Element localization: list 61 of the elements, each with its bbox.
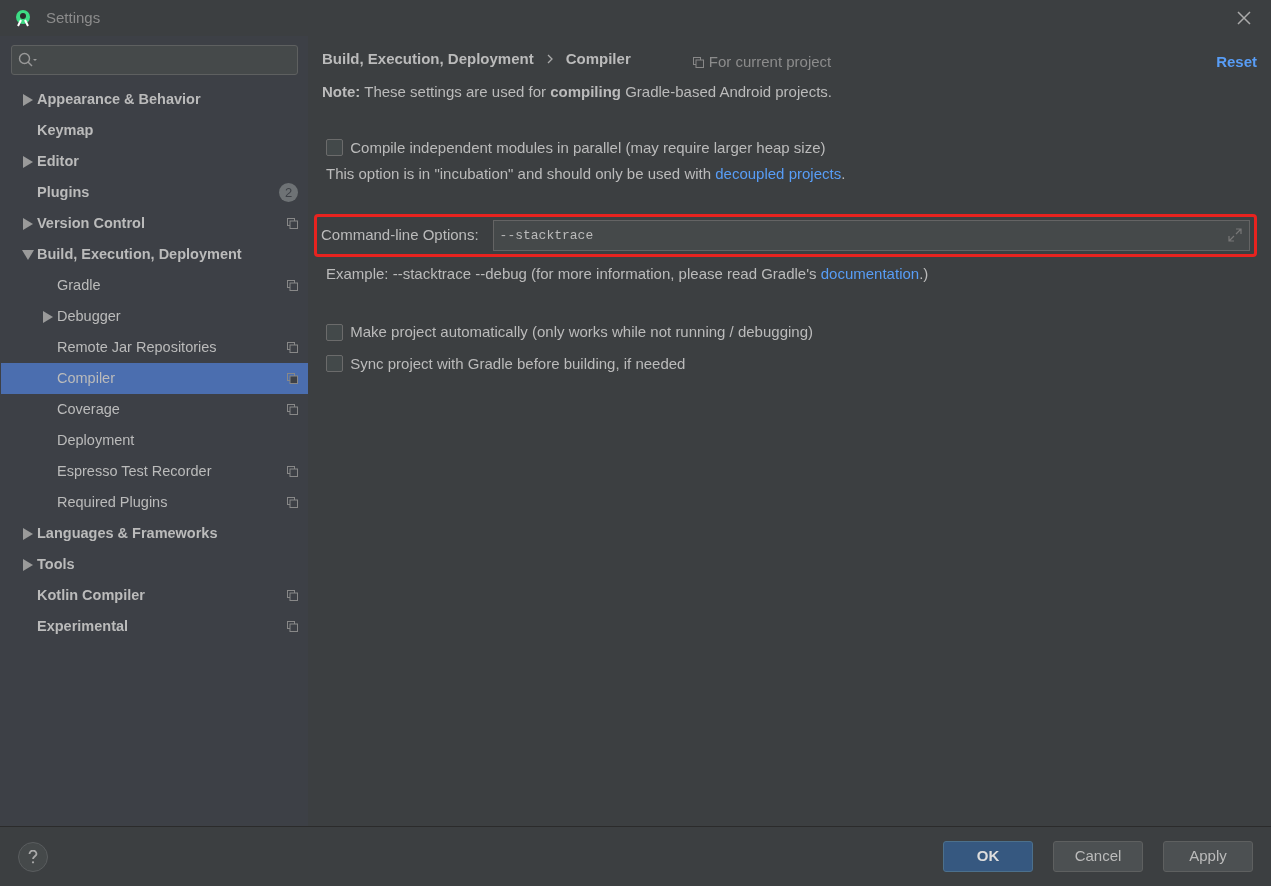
copy-icon (287, 466, 298, 477)
checkbox[interactable] (326, 355, 343, 373)
collapsed-arrow-icon (42, 310, 53, 323)
copy-icon (287, 342, 298, 353)
copy-icon (287, 497, 298, 508)
example-text: Example: --stacktrace --debug (for more information, please read Gradle's documentation.) (326, 263, 930, 284)
search-icon (18, 52, 38, 68)
scope-label: For current project (708, 51, 832, 72)
collapsed-arrow-icon (22, 558, 33, 571)
expand-icon[interactable] (1228, 227, 1242, 242)
copy-icon (287, 280, 298, 291)
command-line-field[interactable]: --stacktrace (492, 219, 1250, 251)
close-icon (1237, 11, 1251, 26)
help-icon (28, 849, 38, 864)
tree-item[interactable]: Gradle (1, 270, 308, 301)
app-logo-icon (14, 9, 32, 27)
tree-item[interactable]: Remote Jar Repositories (1, 332, 308, 363)
checkbox[interactable] (326, 323, 343, 341)
tree-item[interactable]: Kotlin Compiler (1, 580, 308, 611)
reset-link[interactable]: Reset (1216, 50, 1257, 74)
copy-icon (287, 404, 298, 415)
copy-icon (287, 621, 298, 632)
note-text: Note: These settings are used for compiling Gradle-based Android projects. (322, 82, 833, 102)
expanded-arrow-icon (21, 249, 34, 260)
collapsed-arrow-icon (22, 217, 33, 230)
tree-item[interactable]: Appearance & Behavior (1, 84, 308, 115)
copy-icon (287, 218, 298, 229)
help-button[interactable] (18, 841, 48, 872)
chevron-icon (546, 54, 553, 64)
collapsed-arrow-icon (22, 93, 33, 106)
tree-item[interactable]: Espresso Test Recorder (1, 456, 308, 487)
tree-item[interactable]: Version Control (1, 208, 308, 239)
tree-item[interactable]: Deployment (1, 425, 308, 456)
checkbox-label: Sync project with Gradle before building, if needed (350, 353, 686, 374)
field-label: Command-line Options: (321, 224, 479, 245)
link[interactable]: documentation (820, 264, 920, 282)
breadcrumb-item[interactable]: Compiler (565, 47, 631, 71)
collapsed-arrow-icon (22, 527, 33, 540)
ok-button[interactable]: OK (943, 841, 1033, 872)
dialog-button[interactable]: Cancel (1053, 841, 1143, 872)
copy-icon (287, 590, 298, 601)
dialog-button[interactable]: Apply (1163, 841, 1253, 872)
tree-item[interactable]: Keymap (1, 115, 308, 146)
search-field[interactable] (11, 45, 298, 75)
checkbox-label: Compile independent modules in parallel (may require larger heap size) (350, 137, 826, 158)
tree-item[interactable]: Editor (1, 146, 308, 177)
tree-item[interactable]: Debugger (1, 301, 308, 332)
checkbox[interactable] (326, 139, 343, 157)
tree-item[interactable]: Languages & Frameworks (1, 518, 308, 549)
tree-item[interactable]: Required Plugins (1, 487, 308, 518)
window-title: Settings (46, 7, 101, 28)
hint-text: This option is in "incubation" and should only be used with decoupled projects. (326, 164, 847, 184)
copy-icon (287, 373, 298, 384)
tree-item[interactable]: Coverage (1, 394, 308, 425)
tree-item[interactable]: Tools (1, 549, 308, 580)
breadcrumb-item[interactable]: Build, Execution, Deployment (322, 47, 534, 71)
checkbox-label: Make project automatically (only works while not running / debugging) (350, 322, 813, 342)
tree-item[interactable]: Build, Execution, Deployment (1, 239, 308, 270)
collapsed-arrow-icon (22, 155, 33, 168)
copy-icon (692, 56, 704, 68)
tree-item[interactable]: Experimental (1, 611, 308, 642)
